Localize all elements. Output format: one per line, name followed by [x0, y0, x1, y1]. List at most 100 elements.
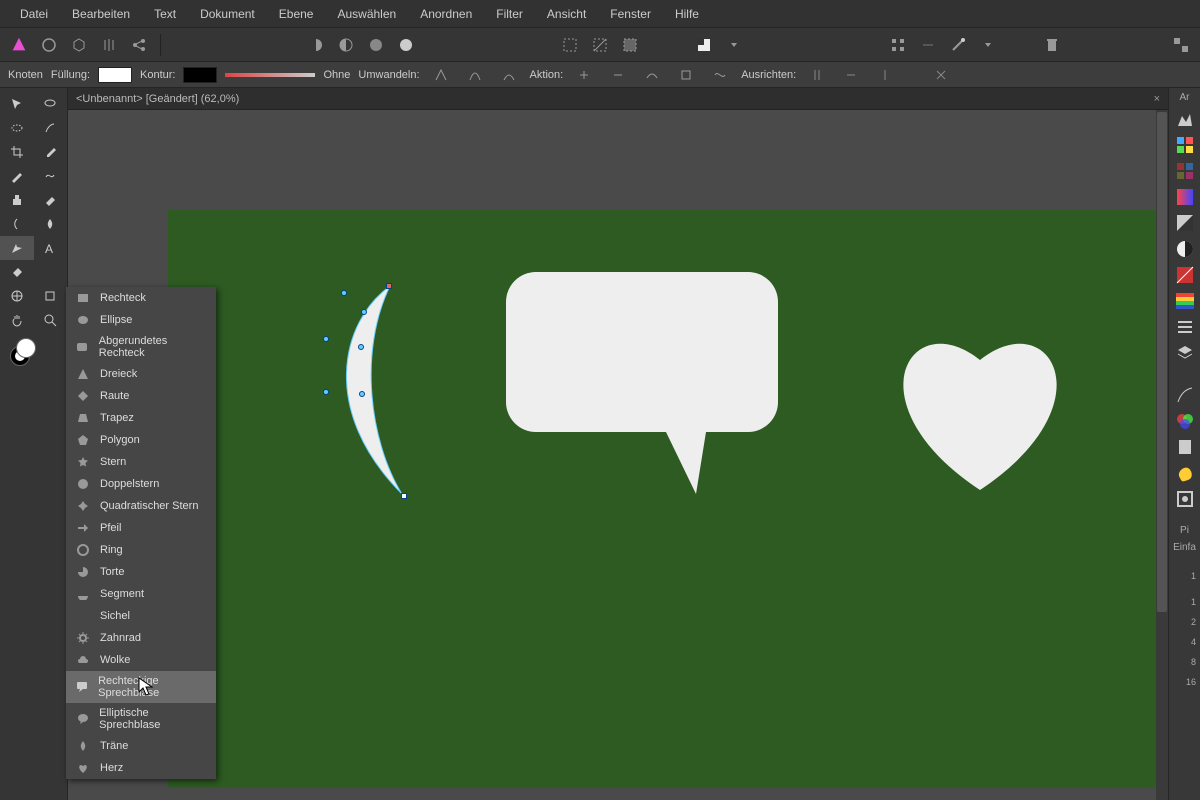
shape-trapez[interactable]: Trapez — [66, 407, 216, 429]
shape-ring[interactable]: Ring — [66, 539, 216, 561]
pencil-tool[interactable] — [0, 164, 34, 188]
crescent-tool[interactable] — [34, 260, 68, 284]
shape-raute[interactable]: Raute — [66, 385, 216, 407]
document-tab[interactable]: <Unbenannt> [Geändert] (62,0%) — [76, 93, 239, 105]
blend-3-icon[interactable] — [363, 32, 389, 58]
zoom-tool[interactable] — [34, 308, 68, 332]
shape-rechteck[interactable]: Rechteck — [66, 287, 216, 309]
shape-polygon[interactable]: Polygon — [66, 429, 216, 451]
align-2-icon[interactable] — [838, 62, 864, 88]
speech-bubble-shape[interactable] — [506, 272, 778, 496]
menu-text[interactable]: Text — [142, 0, 188, 28]
wand-icon[interactable] — [945, 32, 971, 58]
align-1-icon[interactable] — [804, 62, 830, 88]
marquee-auto-icon[interactable] — [617, 32, 643, 58]
blur-tool[interactable] — [34, 212, 68, 236]
panels-icon[interactable] — [1168, 32, 1194, 58]
chroma-icon[interactable] — [1171, 409, 1199, 433]
shape-ellipse[interactable]: Ellipse — [66, 309, 216, 331]
tab-close-icon[interactable]: × — [1154, 93, 1160, 105]
shape-wolke[interactable]: Wolke — [66, 649, 216, 671]
dash-icon[interactable] — [915, 32, 941, 58]
shape-doppelstern[interactable]: Doppelstern — [66, 473, 216, 495]
vertical-scrollbar[interactable] — [1156, 110, 1168, 800]
trash-icon[interactable] — [1039, 32, 1065, 58]
menu-fenster[interactable]: Fenster — [598, 0, 663, 28]
shape-zahnrad[interactable]: Zahnrad — [66, 627, 216, 649]
menu-ansicht[interactable]: Ansicht — [535, 0, 598, 28]
shape-tool[interactable] — [0, 236, 34, 260]
panel-tab-einfa[interactable]: Einfa — [1171, 540, 1198, 555]
action-1-icon[interactable] — [571, 62, 597, 88]
quicklook-icon[interactable] — [691, 32, 717, 58]
shape-pfeil[interactable]: Pfeil — [66, 517, 216, 539]
blend-4-icon[interactable] — [393, 32, 419, 58]
crop-tool[interactable] — [0, 140, 34, 164]
perspective-tool[interactable] — [34, 284, 68, 308]
color-swatches[interactable] — [10, 338, 44, 372]
brush-tool[interactable] — [34, 116, 68, 140]
swatches2-icon[interactable] — [1171, 159, 1199, 183]
shape-herz[interactable]: Herz — [66, 757, 216, 779]
convert-sharp-icon[interactable] — [428, 62, 454, 88]
shape-sichel[interactable]: Sichel — [66, 605, 216, 627]
stroke-width-preview[interactable] — [225, 73, 315, 77]
eyedropper-tool[interactable] — [34, 140, 68, 164]
ellipse-marquee-tool[interactable] — [0, 116, 34, 140]
dropdown-chevron-icon[interactable] — [975, 32, 1001, 58]
mesh-tool[interactable] — [0, 284, 34, 308]
action-4-icon[interactable] — [673, 62, 699, 88]
erase-tool[interactable] — [34, 188, 68, 212]
stroke-swatch[interactable] — [183, 67, 217, 83]
shape-quadstern[interactable]: Quadratischer Stern — [66, 495, 216, 517]
convert-smart-icon[interactable] — [496, 62, 522, 88]
crescent-shape[interactable] — [320, 282, 410, 494]
clone-tool[interactable] — [0, 188, 34, 212]
grid-icon[interactable] — [885, 32, 911, 58]
pan-tool[interactable] — [0, 308, 34, 332]
shape-stern[interactable]: Stern — [66, 451, 216, 473]
stripes-icon[interactable] — [1171, 289, 1199, 313]
scroll-thumb[interactable] — [1157, 112, 1167, 612]
blob-icon[interactable] — [1171, 461, 1199, 485]
convert-smooth-icon[interactable] — [462, 62, 488, 88]
menu-dokument[interactable]: Dokument — [188, 0, 267, 28]
menu-ebene[interactable]: Ebene — [267, 0, 326, 28]
curves-icon[interactable] — [1171, 383, 1199, 407]
shape-dreieck[interactable]: Dreieck — [66, 363, 216, 385]
smudge-tool[interactable] — [0, 212, 34, 236]
color-icon[interactable] — [1171, 185, 1199, 209]
heal-tool[interactable] — [34, 164, 68, 188]
target-icon[interactable] — [1171, 487, 1199, 511]
blend-1-icon[interactable] — [303, 32, 329, 58]
menu-bearbeiten[interactable]: Bearbeiten — [60, 0, 142, 28]
shape-ellip-sprechblase[interactable]: Elliptische Sprechblase — [66, 703, 216, 735]
list-icon[interactable] — [1171, 315, 1199, 339]
lasso-tool[interactable] — [34, 92, 68, 116]
mirror-icon[interactable] — [96, 32, 122, 58]
gradient-icon[interactable] — [1171, 211, 1199, 235]
align-3-icon[interactable] — [872, 62, 898, 88]
dropdown-chevron-icon[interactable] — [721, 32, 747, 58]
bw-icon[interactable] — [1171, 237, 1199, 261]
action-3-icon[interactable] — [639, 62, 665, 88]
menu-datei[interactable]: Datei — [8, 0, 60, 28]
swatches-icon[interactable] — [1171, 133, 1199, 157]
shape-round-rect[interactable]: Abgerundetes Rechteck — [66, 331, 216, 363]
persona-icon[interactable] — [36, 32, 62, 58]
shape-torte[interactable]: Torte — [66, 561, 216, 583]
action-5-icon[interactable] — [707, 62, 733, 88]
fill-tool[interactable] — [0, 260, 34, 284]
menu-auswaehlen[interactable]: Auswählen — [325, 0, 408, 28]
move-tool[interactable] — [0, 92, 34, 116]
marquee-rect-icon[interactable] — [557, 32, 583, 58]
shape-traene[interactable]: Träne — [66, 735, 216, 757]
canvas-viewport[interactable]: <Unbenannt> [Geändert] (62,0%) × — [68, 88, 1168, 800]
menu-hilfe[interactable]: Hilfe — [663, 0, 711, 28]
doc-icon[interactable] — [1171, 435, 1199, 459]
action-2-icon[interactable] — [605, 62, 631, 88]
layers-icon[interactable] — [1171, 341, 1199, 365]
shape-segment[interactable]: Segment — [66, 583, 216, 605]
align-close-icon[interactable] — [928, 62, 954, 88]
heart-shape[interactable] — [890, 324, 1070, 492]
